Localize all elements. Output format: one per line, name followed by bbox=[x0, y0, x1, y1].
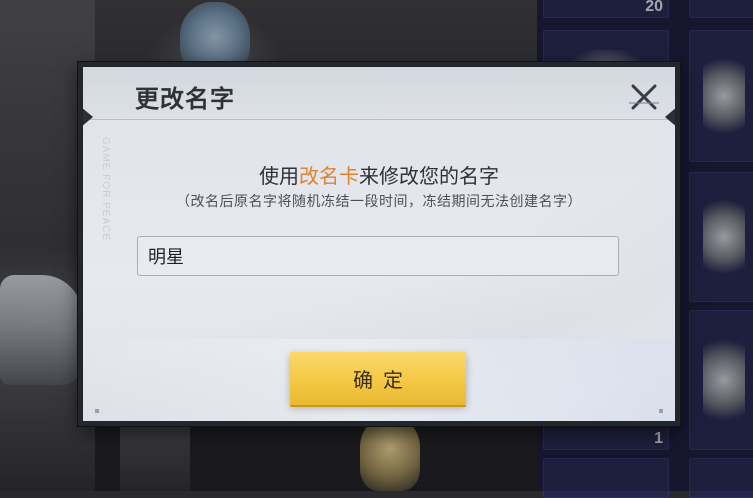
confirm-button[interactable]: 确定 bbox=[290, 352, 466, 405]
corner-decoration bbox=[659, 409, 663, 413]
freeze-note: （改名后原名字将随机冻结一段时间，冻结期间无法创建名字） bbox=[176, 194, 582, 210]
dialog-panel: 更改名字 GAME FOR PEACE 使用改名卡来修改您的名字 （改名后原名字… bbox=[83, 67, 675, 421]
name-input[interactable] bbox=[137, 236, 619, 276]
instruction-suffix: 来修改您的名字 bbox=[359, 164, 499, 188]
instruction-prefix: 使用 bbox=[259, 164, 299, 188]
dialog-title: 更改名字 bbox=[135, 85, 235, 113]
corner-decoration bbox=[95, 409, 99, 413]
instruction-text: 使用改名卡来修改您的名字 bbox=[83, 160, 675, 189]
dialog-header: 更改名字 bbox=[83, 67, 675, 120]
close-icon bbox=[629, 84, 659, 110]
rename-dialog: 更改名字 GAME FOR PEACE 使用改名卡来修改您的名字 （改名后原名字… bbox=[78, 62, 680, 426]
rename-card-highlight: 改名卡 bbox=[299, 164, 359, 188]
close-button[interactable] bbox=[627, 81, 661, 113]
